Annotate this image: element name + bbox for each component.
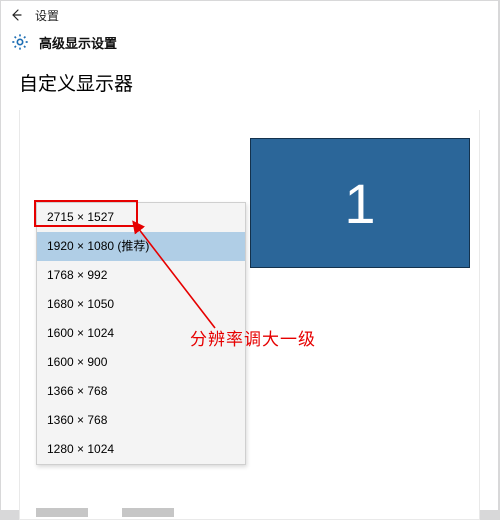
resolution-option[interactable]: 1600 × 1024 [37, 319, 245, 348]
resolution-option[interactable]: 2715 × 1527 [37, 203, 245, 232]
titlebar-label: 设置 [35, 7, 59, 24]
resolution-option[interactable]: 1360 × 768 [37, 406, 245, 435]
gear-icon [9, 31, 31, 53]
bottom-buttons [36, 508, 174, 517]
resolution-dropdown[interactable]: 2715 × 15271920 × 1080 (推荐)1768 × 992168… [36, 202, 246, 465]
arrow-left-icon [9, 8, 23, 22]
resolution-option[interactable]: 1920 × 1080 (推荐) [37, 232, 245, 261]
display-panel: 1 2715 × 15271920 × 1080 (推荐)1768 × 9921… [19, 110, 480, 520]
section-header-label: 高级显示设置 [39, 33, 117, 52]
resolution-option[interactable]: 1280 × 1024 [37, 435, 245, 464]
titlebar: 设置 [1, 1, 498, 29]
page-heading: 自定义显示器 [19, 69, 480, 96]
monitor-preview[interactable]: 1 [250, 138, 470, 268]
cancel-button[interactable] [122, 508, 174, 517]
resolution-option[interactable]: 1600 × 900 [37, 348, 245, 377]
apply-button[interactable] [36, 508, 88, 517]
back-button[interactable] [7, 6, 25, 24]
resolution-option[interactable]: 1366 × 768 [37, 377, 245, 406]
section-header: 高级显示设置 [1, 29, 498, 59]
resolution-option[interactable]: 1768 × 992 [37, 261, 245, 290]
content-region: 自定义显示器 1 2715 × 15271920 × 1080 (推荐)1768… [1, 59, 498, 520]
resolution-option[interactable]: 1680 × 1050 [37, 290, 245, 319]
monitor-number: 1 [344, 171, 375, 236]
